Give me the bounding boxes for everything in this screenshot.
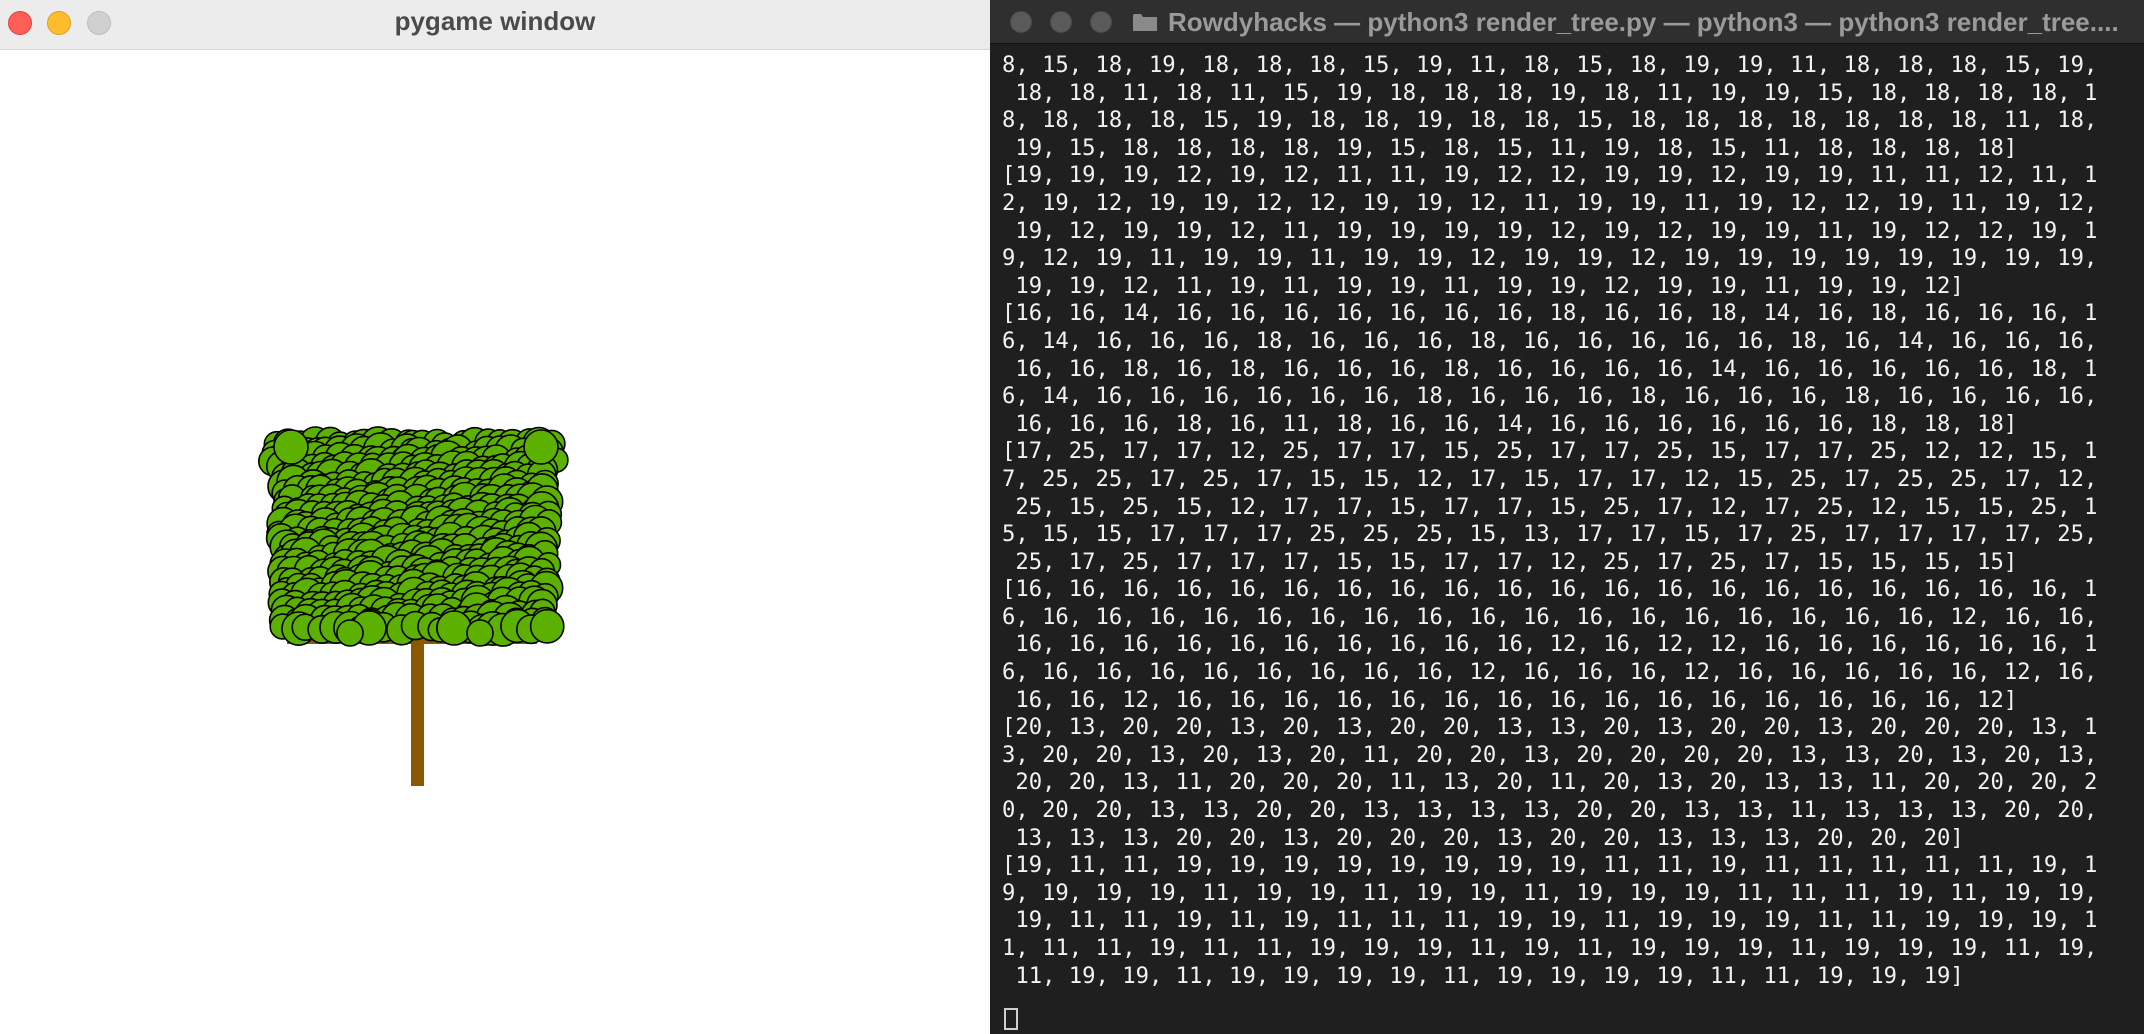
terminal-line: 16, 16, 12, 16, 16, 16, 16, 16, 16, 16, … [1002, 686, 2018, 713]
terminal-line: [17, 25, 17, 17, 12, 25, 17, 17, 15, 25,… [1002, 438, 2098, 465]
terminal-titlebar[interactable]: Rowdyhacks — python3 render_tree.py — py… [990, 0, 2144, 44]
pygame-window: pygame window [0, 0, 990, 1034]
terminal-line: [19, 11, 11, 19, 19, 19, 19, 19, 19, 19,… [1002, 852, 2098, 879]
terminal-output[interactable]: 8, 15, 18, 19, 18, 18, 18, 15, 19, 11, 1… [1002, 52, 2144, 1034]
terminal-line: 9, 19, 19, 19, 11, 19, 19, 11, 19, 19, 1… [1002, 879, 2098, 906]
zoom-button[interactable] [87, 11, 111, 35]
terminal-line: 8, 18, 18, 18, 15, 19, 18, 18, 19, 18, 1… [1002, 107, 2098, 134]
close-button[interactable] [8, 11, 32, 35]
leaf [436, 610, 472, 646]
terminal-line: 6, 14, 16, 16, 16, 16, 16, 16, 18, 16, 1… [1002, 383, 2098, 410]
leaf [523, 429, 559, 465]
terminal-line: 16, 16, 16, 16, 16, 16, 16, 16, 16, 16, … [1002, 631, 2098, 658]
terminal-line: 6, 16, 16, 16, 16, 16, 16, 16, 16, 16, 1… [1002, 603, 2098, 630]
trunk [411, 644, 424, 786]
terminal-line: 8, 15, 18, 19, 18, 18, 18, 15, 19, 11, 1… [1002, 52, 2098, 78]
terminal-line: 13, 13, 13, 20, 20, 13, 20, 20, 20, 13, … [1002, 824, 1964, 851]
terminal-line: 0, 20, 20, 13, 13, 20, 20, 13, 13, 13, 1… [1002, 797, 2098, 824]
terminal-line: 6, 14, 16, 16, 16, 18, 16, 16, 16, 18, 1… [1002, 327, 2098, 354]
leaf [529, 608, 565, 644]
terminal-line: 19, 11, 11, 19, 11, 19, 11, 11, 11, 19, … [1002, 907, 2098, 934]
window-title: pygame window [394, 6, 596, 36]
terminal-line: 16, 16, 18, 16, 18, 16, 16, 16, 18, 16, … [1002, 355, 2098, 382]
minimize-button[interactable] [1050, 11, 1072, 33]
terminal-line: [16, 16, 14, 16, 16, 16, 16, 16, 16, 16,… [1002, 300, 2098, 327]
zoom-button[interactable] [1090, 11, 1112, 33]
terminal-line: 6, 16, 16, 16, 16, 16, 16, 16, 16, 12, 1… [1002, 659, 2098, 686]
terminal-line: [20, 13, 20, 20, 13, 20, 13, 20, 20, 13,… [1002, 714, 2098, 741]
leaf [273, 429, 309, 465]
terminal-line: 25, 17, 25, 17, 17, 17, 15, 15, 17, 17, … [1002, 548, 2018, 575]
folder-icon [1133, 14, 1157, 31]
leaf [466, 619, 494, 647]
leaf [336, 619, 364, 647]
tree-canvas [0, 51, 990, 1034]
tree-foliage [258, 426, 569, 647]
minimize-button[interactable] [47, 11, 71, 35]
terminal-line: 19, 12, 19, 19, 12, 11, 19, 19, 19, 19, … [1002, 217, 2098, 244]
terminal-line: 16, 16, 16, 18, 16, 11, 18, 16, 16, 14, … [1002, 410, 2018, 437]
tree-drawing [258, 426, 569, 786]
terminal-line: 19, 15, 18, 18, 18, 18, 19, 15, 18, 15, … [1002, 134, 2018, 161]
close-button[interactable] [1010, 11, 1032, 33]
terminal-line: 9, 12, 19, 11, 19, 19, 11, 19, 19, 12, 1… [1002, 245, 2098, 272]
terminal-line: 18, 18, 11, 18, 11, 15, 19, 18, 18, 18, … [1002, 79, 2098, 106]
pygame-titlebar[interactable]: pygame window [0, 0, 990, 50]
terminal-line: 20, 20, 13, 11, 20, 20, 20, 11, 13, 20, … [1002, 769, 2098, 796]
terminal-line: 5, 15, 15, 17, 17, 17, 25, 25, 25, 15, 1… [1002, 521, 2098, 548]
terminal-line: 1, 11, 11, 19, 11, 11, 19, 19, 19, 11, 1… [1002, 935, 2098, 961]
terminal-line: 7, 25, 25, 17, 25, 17, 15, 15, 12, 17, 1… [1002, 465, 2098, 492]
terminal-title: Rowdyhacks — python3 render_tree.py — py… [1168, 7, 2119, 37]
terminal-line: 19, 19, 12, 11, 19, 11, 19, 19, 11, 19, … [1002, 272, 1964, 299]
terminal-cursor [1004, 1008, 1018, 1030]
terminal-window: Rowdyhacks — python3 render_tree.py — py… [990, 0, 2144, 1034]
terminal-line: [16, 16, 16, 16, 16, 16, 16, 16, 16, 16,… [1002, 576, 2098, 603]
terminal-line: 11, 19, 19, 11, 19, 19, 19, 19, 11, 19, … [1002, 962, 1964, 989]
terminal-line: 2, 19, 12, 19, 19, 12, 12, 19, 19, 12, 1… [1002, 189, 2098, 216]
terminal-line: 3, 20, 20, 13, 20, 13, 20, 11, 20, 20, 1… [1002, 741, 2098, 768]
terminal-line: 25, 15, 25, 15, 12, 17, 17, 15, 17, 17, … [1002, 493, 2098, 520]
terminal-line: [19, 19, 19, 12, 19, 12, 11, 11, 19, 12,… [1002, 162, 2098, 189]
